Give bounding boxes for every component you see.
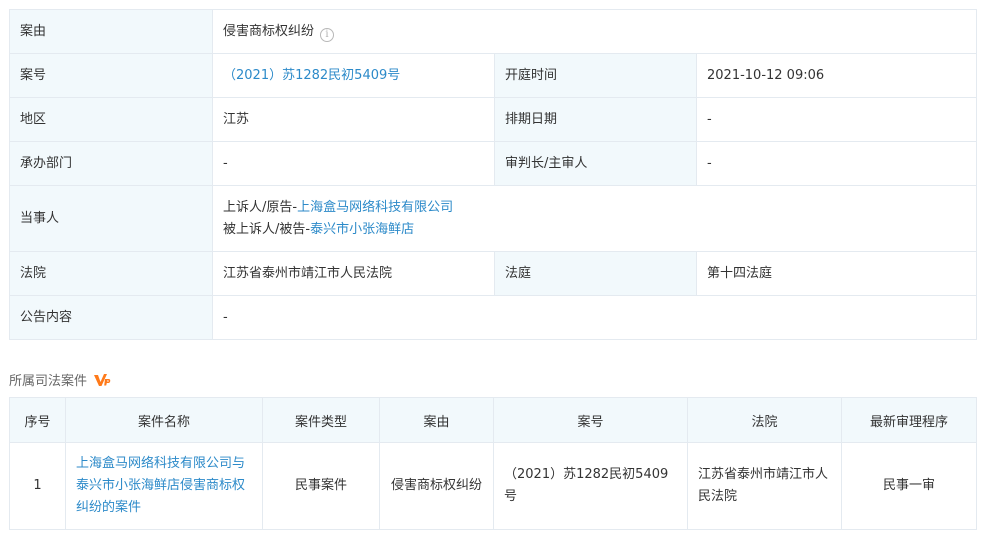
header-court: 法院	[687, 397, 842, 443]
case-name-link[interactable]: 上海盒马网络科技有限公司与泰兴市小张海鲜店侵害商标权纠纷的案件	[76, 456, 245, 515]
row-procedure: 民事一审	[841, 442, 977, 530]
notice-value: -	[211, 295, 978, 340]
table-row: 1 上海盒马网络科技有限公司与泰兴市小张海鲜店侵害商标权纠纷的案件 民事案件 侵…	[9, 442, 977, 530]
related-cases-table: 序号 案件名称 案件类型 案由 案号 法院 最新审理程序 1 上海盒马网络科技有…	[9, 397, 977, 530]
judge-value: -	[695, 141, 978, 186]
court-value: 江苏省泰州市靖江市人民法院	[212, 251, 495, 296]
row-case-name-cell: 上海盒马网络科技有限公司与泰兴市小张海鲜店侵害商标权纠纷的案件	[65, 442, 263, 530]
row-court: 江苏省泰州市靖江市人民法院	[687, 442, 842, 530]
cause-value: 侵害商标权纠纷	[223, 23, 315, 39]
row-region: 地区 江苏 排期日期 -	[9, 97, 978, 142]
tribunal-value: 第十四法庭	[695, 251, 978, 296]
header-case-type: 案件类型	[262, 397, 380, 443]
case-no-link[interactable]: （2021）苏1282民初5409号	[223, 68, 400, 83]
row-index: 1	[9, 442, 66, 530]
department-value: -	[212, 141, 495, 186]
case-no-label: 案号	[9, 53, 213, 98]
row-cause: 案由 侵害商标权纠纷 i	[9, 9, 978, 54]
court-label: 法院	[9, 251, 213, 296]
case-no-cell: （2021）苏1282民初5409号	[212, 53, 495, 98]
region-label: 地区	[9, 97, 213, 142]
region-value: 江苏	[212, 97, 495, 142]
notice-label: 公告内容	[9, 295, 213, 340]
vip-icon	[94, 374, 111, 386]
cause-value-cell: 侵害商标权纠纷 i	[211, 9, 978, 54]
row-cause: 侵害商标权纠纷	[379, 442, 494, 530]
header-case-name: 案件名称	[65, 397, 263, 443]
hearing-time-label: 开庭时间	[494, 53, 697, 98]
header-index: 序号	[9, 397, 66, 443]
row-court: 法院 江苏省泰州市靖江市人民法院 法庭 第十四法庭	[9, 251, 978, 296]
parties-label: 当事人	[9, 185, 213, 252]
judge-label: 审判长/主审人	[494, 141, 697, 186]
row-notice: 公告内容 -	[9, 295, 978, 340]
department-label: 承办部门	[9, 141, 213, 186]
appellant-role: 上诉人/原告-	[223, 199, 298, 215]
header-procedure: 最新审理程序	[841, 397, 977, 443]
case-detail-table: 案由 侵害商标权纠纷 i 案号 （2021）苏1282民初5409号 开庭时间 2…	[9, 9, 978, 340]
header-case-no: 案号	[493, 397, 688, 443]
row-parties: 当事人 上诉人/原告-上海盒马网络科技有限公司 被上诉人/被告-泰兴市小张海鲜店	[9, 185, 978, 252]
appellant-line: 上诉人/原告-上海盒马网络科技有限公司	[223, 197, 966, 219]
appellee-line: 被上诉人/被告-泰兴市小张海鲜店	[223, 219, 966, 241]
row-case-no: （2021）苏1282民初5409号	[493, 442, 688, 530]
info-icon[interactable]: i	[320, 27, 335, 42]
appellee-role: 被上诉人/被告-	[223, 221, 311, 237]
hearing-time-value: 2021-10-12 09:06	[695, 53, 978, 98]
cause-label: 案由	[9, 9, 213, 54]
related-cases-title-text: 所属司法案件	[9, 374, 88, 389]
row-department: 承办部门 - 审判长/主审人 -	[9, 141, 978, 186]
parties-cell: 上诉人/原告-上海盒马网络科技有限公司 被上诉人/被告-泰兴市小张海鲜店	[211, 185, 978, 252]
schedule-date-value: -	[695, 97, 978, 142]
tribunal-label: 法庭	[494, 251, 697, 296]
appellee-link[interactable]: 泰兴市小张海鲜店	[310, 222, 414, 237]
schedule-date-label: 排期日期	[494, 97, 697, 142]
header-cause: 案由	[379, 397, 494, 443]
related-cases-title: 所属司法案件	[9, 372, 111, 392]
appellant-link[interactable]: 上海盒马网络科技有限公司	[297, 200, 453, 215]
row-case-no: 案号 （2021）苏1282民初5409号 开庭时间 2021-10-12 09…	[9, 53, 978, 98]
related-cases-header-row: 序号 案件名称 案件类型 案由 案号 法院 最新审理程序	[9, 397, 977, 443]
row-case-type: 民事案件	[262, 442, 380, 530]
